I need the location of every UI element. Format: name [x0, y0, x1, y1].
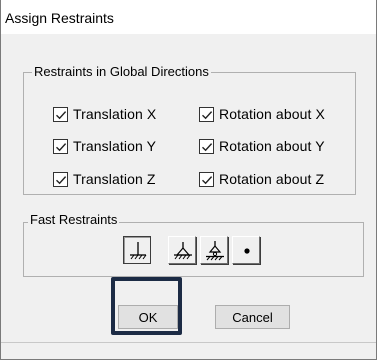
highlight-box [111, 277, 182, 335]
checkbox-checked-icon [53, 106, 68, 122]
checkbox-translation-x[interactable]: Translation X [53, 104, 156, 124]
checkbox-checked-icon [199, 106, 214, 122]
cancel-button[interactable]: Cancel [215, 305, 290, 329]
checkbox-label: Translation Y [73, 138, 157, 154]
fixed-support-icon [130, 242, 147, 260]
pinned-restraint-button[interactable] [168, 236, 196, 264]
title-bar[interactable]: Assign Restraints [1, 0, 376, 34]
bottom-strip [1, 342, 376, 359]
roller-restraint-button[interactable] [200, 236, 228, 264]
fast-restraints-label: Fast Restraints [28, 212, 120, 227]
checkbox-checked-icon [53, 171, 68, 187]
checkbox-label: Translation Z [73, 171, 156, 187]
assign-restraints-dialog: Assign Restraints Restraints in Global D… [0, 0, 377, 360]
checkbox-rotation-x[interactable]: Rotation about X [199, 104, 325, 124]
roller-support-icon [206, 241, 224, 261]
checkbox-checked-icon [199, 138, 214, 154]
global-directions-label: Restraints in Global Directions [32, 64, 211, 79]
free-restraint-button[interactable] [232, 236, 260, 264]
free-joint-icon [244, 248, 250, 254]
window-title: Assign Restraints [5, 10, 114, 26]
checkbox-rotation-z[interactable]: Rotation about Z [199, 169, 324, 189]
checkbox-rotation-y[interactable]: Rotation about Y [199, 136, 325, 156]
fixed-restraint-button[interactable] [123, 236, 151, 264]
checkbox-label: Translation X [73, 106, 157, 122]
checkbox-label: Rotation about X [219, 106, 325, 122]
checkbox-translation-z[interactable]: Translation Z [53, 169, 155, 189]
checkbox-label: Rotation about Z [219, 171, 325, 187]
pinned-support-icon [174, 242, 192, 260]
checkbox-checked-icon [53, 138, 68, 154]
checkbox-label: Rotation about Y [219, 138, 325, 154]
checkbox-checked-icon [199, 171, 214, 187]
checkbox-translation-y[interactable]: Translation Y [53, 136, 156, 156]
